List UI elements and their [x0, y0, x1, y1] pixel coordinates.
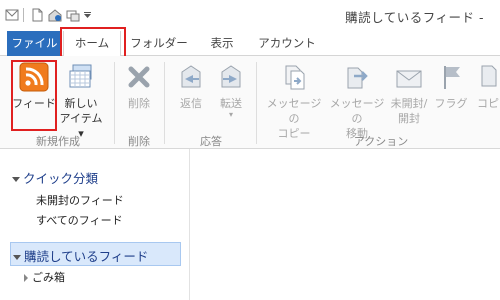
feed-button[interactable]: フィード	[12, 62, 56, 111]
tab-folder[interactable]: フォルダー	[128, 31, 190, 56]
forward-label: 転送	[220, 97, 242, 110]
tab-file[interactable]: ファイル	[7, 31, 62, 56]
group-label-respond: 応答	[200, 135, 222, 148]
copy-button-partial[interactable]: コピ	[474, 62, 500, 111]
new-document-icon[interactable]	[30, 8, 44, 22]
envelope-icon	[396, 70, 422, 88]
expand-arrow-icon[interactable]	[24, 274, 28, 282]
unread-read-label-1: 未開封/	[390, 97, 428, 110]
forward-dropdown-arrow[interactable]: ▾	[212, 111, 250, 119]
group-separator	[164, 62, 165, 144]
forward-icon	[221, 65, 241, 88]
collapse-arrow-icon	[12, 177, 20, 182]
folder-pane: クイック分類 未開封のフィード すべてのフィード 購読しているフィード ごみ箱	[0, 149, 190, 300]
group-label-new: 新規作成	[36, 135, 80, 148]
flag-label: フラグ	[434, 97, 468, 110]
reply-icon	[181, 65, 201, 88]
quick-access-separator	[23, 8, 24, 22]
message-list-pane	[191, 149, 500, 300]
move-message-icon	[347, 67, 368, 89]
unread-read-label-2: 開封	[398, 112, 420, 125]
new-item-button[interactable]: 新しい アイテム ▾	[56, 62, 106, 141]
copy-message-label-1: メッセージの	[266, 97, 322, 125]
nav-item-trash[interactable]: ごみ箱	[24, 269, 65, 285]
customize-toolbar-icon[interactable]	[84, 12, 91, 18]
trash-label: ごみ箱	[32, 271, 65, 284]
delete-icon	[128, 66, 150, 88]
subscribed-feeds-header: 購読しているフィード	[13, 246, 148, 265]
reply-button[interactable]: 返信	[172, 62, 210, 111]
forward-button[interactable]: 転送 ▾	[212, 62, 250, 119]
group-separator	[114, 62, 115, 144]
collapse-arrow-icon	[13, 255, 21, 260]
quick-views-header[interactable]: クイック分類	[12, 168, 98, 187]
feed-label: フィード	[12, 97, 56, 110]
unread-read-button[interactable]: 未開封/ 開封	[388, 62, 430, 126]
flag-icon	[444, 66, 460, 89]
delete-label: 削除	[128, 97, 150, 110]
rss-icon	[19, 62, 49, 92]
move-message-button[interactable]: メッセージの 移動	[326, 62, 388, 141]
nav-item-unread-feeds[interactable]: 未開封のフィード	[36, 192, 124, 208]
reply-label: 返信	[180, 97, 202, 110]
delete-button[interactable]: 削除	[120, 62, 158, 111]
title-bar: 購読しているフィード -	[0, 0, 500, 31]
flag-button[interactable]: フラグ	[432, 62, 470, 111]
tab-view[interactable]: 表示	[200, 31, 244, 56]
copy-partial-label: コピ	[477, 97, 499, 110]
copy-message-button[interactable]: メッセージの コピー	[262, 62, 326, 141]
window-title: 購読しているフィード -	[345, 10, 484, 25]
move-message-label-1: メッセージの	[329, 97, 385, 125]
copy-icon	[481, 65, 497, 87]
ribbon: フィード 新しい アイテム ▾ 新規作成 削除 削除 返信 転送 ▾ 応答 メッ…	[0, 56, 500, 149]
copy-message-icon	[285, 65, 305, 90]
group-separator	[256, 62, 257, 144]
tab-account[interactable]: アカウント	[254, 31, 320, 56]
send-receive-icon[interactable]	[48, 8, 62, 22]
sync-icon[interactable]	[66, 8, 80, 22]
group-label-actions: アクション	[353, 135, 409, 148]
tab-home[interactable]: ホーム	[63, 31, 121, 57]
quick-views-label: クイック分類	[23, 171, 99, 186]
group-label-delete: 削除	[128, 135, 150, 148]
nav-item-subscribed-feeds[interactable]: 購読しているフィード	[10, 242, 181, 266]
subscribed-feeds-label: 購読しているフィード	[24, 249, 149, 264]
new-item-icon	[69, 64, 92, 88]
new-item-label-line1: 新しい	[64, 97, 98, 110]
ribbon-tabs: ファイル ホーム フォルダー 表示 アカウント	[0, 31, 500, 57]
nav-item-all-feeds[interactable]: すべてのフィード	[36, 212, 123, 228]
mail-app-icon	[5, 9, 19, 21]
